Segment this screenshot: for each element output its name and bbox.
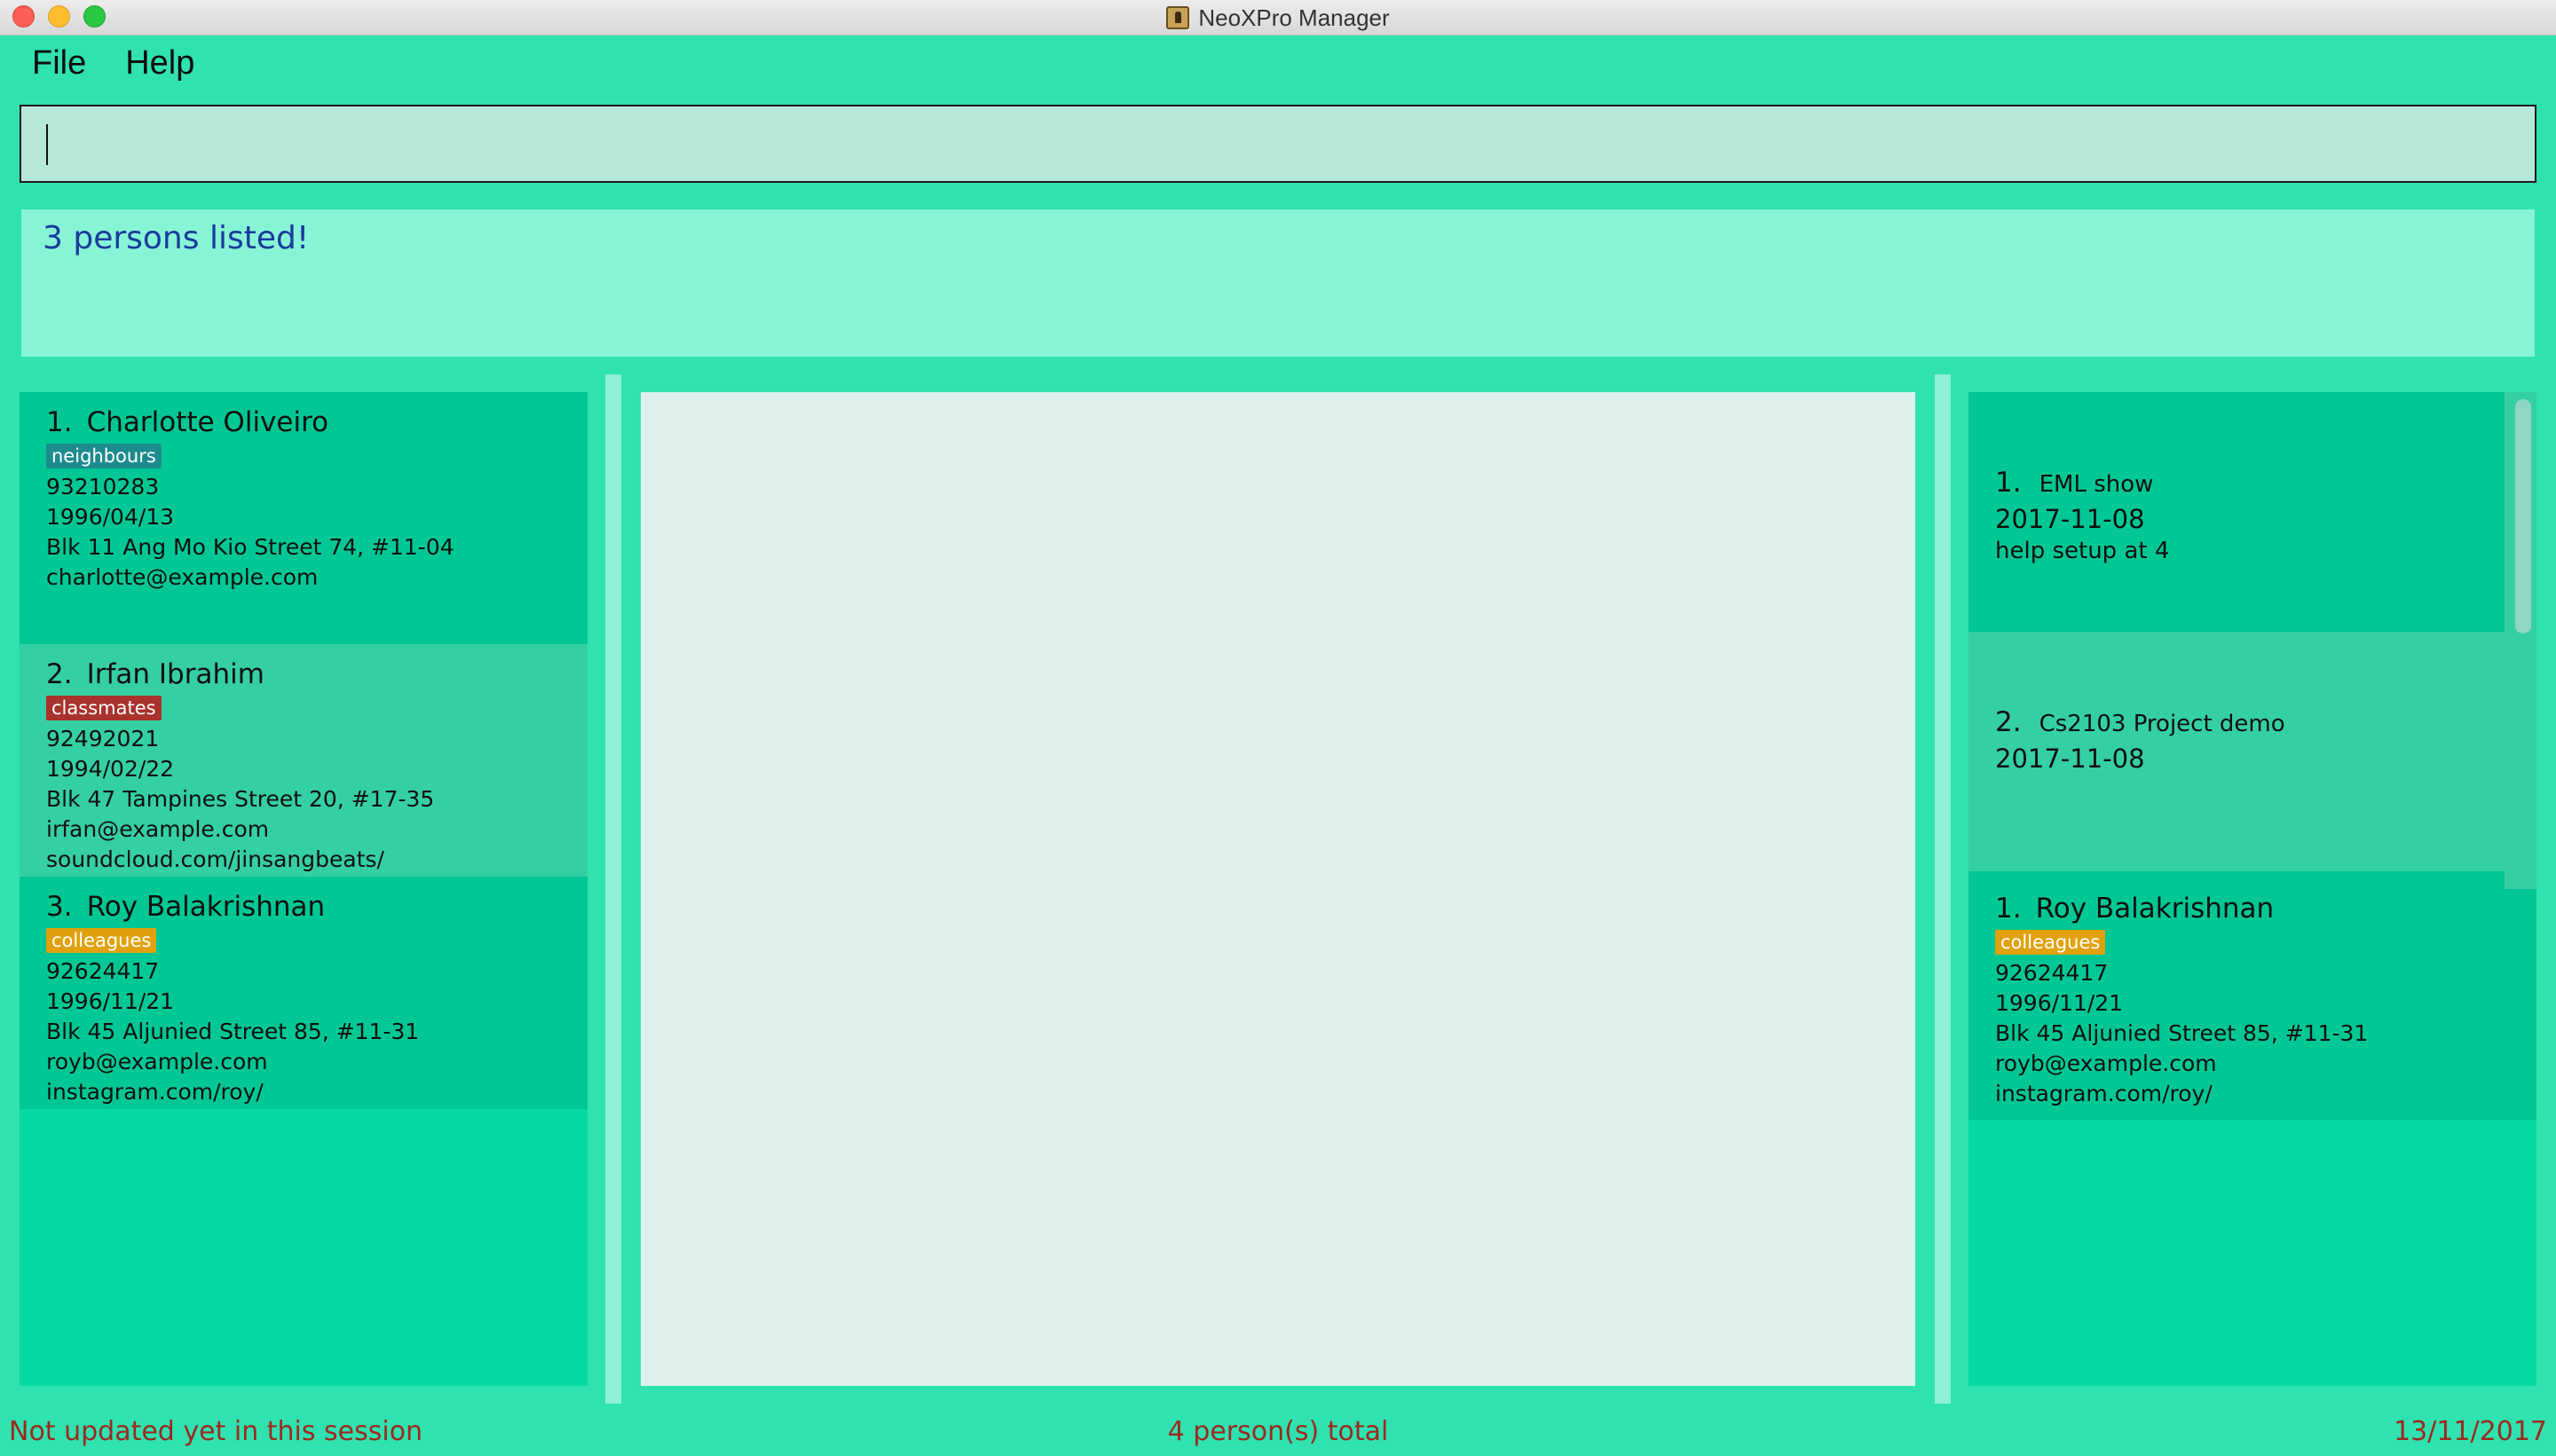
- split-pane-divider[interactable]: [605, 374, 621, 1404]
- event-title: EML show: [2039, 471, 2154, 498]
- person-index: 3.: [46, 891, 73, 923]
- person-website: instagram.com/roy/: [46, 1079, 264, 1105]
- person-phone: 92624417: [46, 958, 160, 984]
- person-card-header: 2. Irfan Ibrahim: [46, 655, 588, 694]
- person-birthday: 1996/04/13: [46, 504, 175, 530]
- result-message: 3 persons listed!: [43, 220, 310, 256]
- person-phone: 92492021: [46, 726, 160, 752]
- window-title-group: NeoXPro Manager: [0, 0, 2556, 35]
- text-caret: [46, 124, 48, 165]
- split-pane-divider[interactable]: [1935, 374, 1951, 1404]
- person-email: charlotte@example.com: [46, 564, 319, 590]
- tag-badge: classmates: [46, 696, 162, 720]
- result-display: 3 persons listed!: [21, 209, 2535, 357]
- status-bar: Not updated yet in this session 4 person…: [0, 1407, 2556, 1456]
- person-address: Blk 45 Aljunied Street 85, #11-31: [1995, 1020, 2369, 1046]
- event-title: Cs2103 Project demo: [2039, 711, 2285, 737]
- event-scrollbar-thumb[interactable]: [2515, 399, 2531, 634]
- person-card[interactable]: 2. Irfan Ibrahim classmates 92492021 199…: [20, 644, 588, 877]
- address-book-icon: [1166, 6, 1190, 29]
- person-card-header: 1. Roy Balakrishnan: [1995, 889, 2536, 928]
- person-index: 1.: [46, 406, 73, 438]
- menu-file[interactable]: File: [32, 44, 86, 83]
- person-name: Roy Balakrishnan: [86, 891, 326, 923]
- tag-badge: colleagues: [46, 928, 157, 953]
- event-index: 1.: [1995, 467, 2022, 499]
- person-list-panel: 1. Charlotte Oliveiro neighbours 9321028…: [20, 392, 588, 1386]
- person-website: instagram.com/roy/: [1995, 1081, 2213, 1106]
- event-date: 2017-11-08: [1995, 504, 2145, 534]
- person-birthday: 1996/11/21: [46, 988, 175, 1014]
- person-email: royb@example.com: [1995, 1051, 2217, 1076]
- command-box[interactable]: [20, 105, 2536, 183]
- event-header: 2. Cs2103 Project demo: [1995, 706, 2520, 738]
- person-birthday: 1994/02/22: [46, 756, 175, 782]
- total-persons-status: 4 person(s) total: [1167, 1416, 1389, 1447]
- selected-person-card[interactable]: 1. Roy Balakrishnan colleagues 92624417 …: [1968, 871, 2536, 1120]
- person-birthday: 1996/11/21: [1995, 990, 2124, 1016]
- person-email: irfan@example.com: [46, 816, 270, 842]
- title-bar: NeoXPro Manager: [0, 0, 2556, 35]
- person-index: 2.: [46, 658, 73, 690]
- event-card[interactable]: 2. Cs2103 Project demo 2017-11-08: [1968, 632, 2520, 871]
- event-card[interactable]: 1. EML show 2017-11-08 help setup at 4: [1968, 392, 2520, 632]
- person-name: Irfan Ibrahim: [86, 658, 264, 690]
- tag-badge: neighbours: [46, 444, 162, 468]
- menu-help[interactable]: Help: [125, 44, 194, 83]
- person-phone: 93210283: [46, 474, 160, 500]
- event-description: help setup at 4: [1995, 538, 2170, 564]
- person-name: Roy Balakrishnan: [2035, 893, 2275, 925]
- browser-panel[interactable]: [641, 392, 1915, 1386]
- person-card[interactable]: 3. Roy Balakrishnan colleagues 92624417 …: [20, 877, 588, 1109]
- event-panel: 1. EML show 2017-11-08 help setup at 4 2…: [1968, 392, 2536, 1386]
- command-input[interactable]: [21, 106, 2535, 181]
- person-index: 1.: [1995, 893, 2022, 925]
- event-header: 1. EML show: [1995, 467, 2520, 499]
- person-email: royb@example.com: [46, 1049, 268, 1074]
- window-title: NeoXPro Manager: [1198, 4, 1390, 31]
- person-address: Blk 47 Tampines Street 20, #17-35: [46, 786, 435, 812]
- tag-badge: colleagues: [1995, 930, 2106, 955]
- person-address: Blk 45 Aljunied Street 85, #11-31: [46, 1019, 420, 1044]
- current-date: 13/11/2017: [2394, 1416, 2547, 1447]
- person-card[interactable]: 1. Charlotte Oliveiro neighbours 9321028…: [20, 392, 588, 644]
- event-index: 2.: [1995, 706, 2022, 738]
- person-website: soundcloud.com/jinsangbeats/: [46, 846, 384, 872]
- person-name: Charlotte Oliveiro: [86, 406, 329, 438]
- person-phone: 92624417: [1995, 960, 2109, 986]
- person-address: Blk 11 Ang Mo Kio Street 74, #11-04: [46, 534, 454, 560]
- person-card-header: 3. Roy Balakrishnan: [46, 887, 588, 926]
- event-date: 2017-11-08: [1995, 744, 2145, 774]
- person-card-header: 1. Charlotte Oliveiro: [46, 403, 588, 442]
- menu-bar: File Help: [0, 36, 2556, 90]
